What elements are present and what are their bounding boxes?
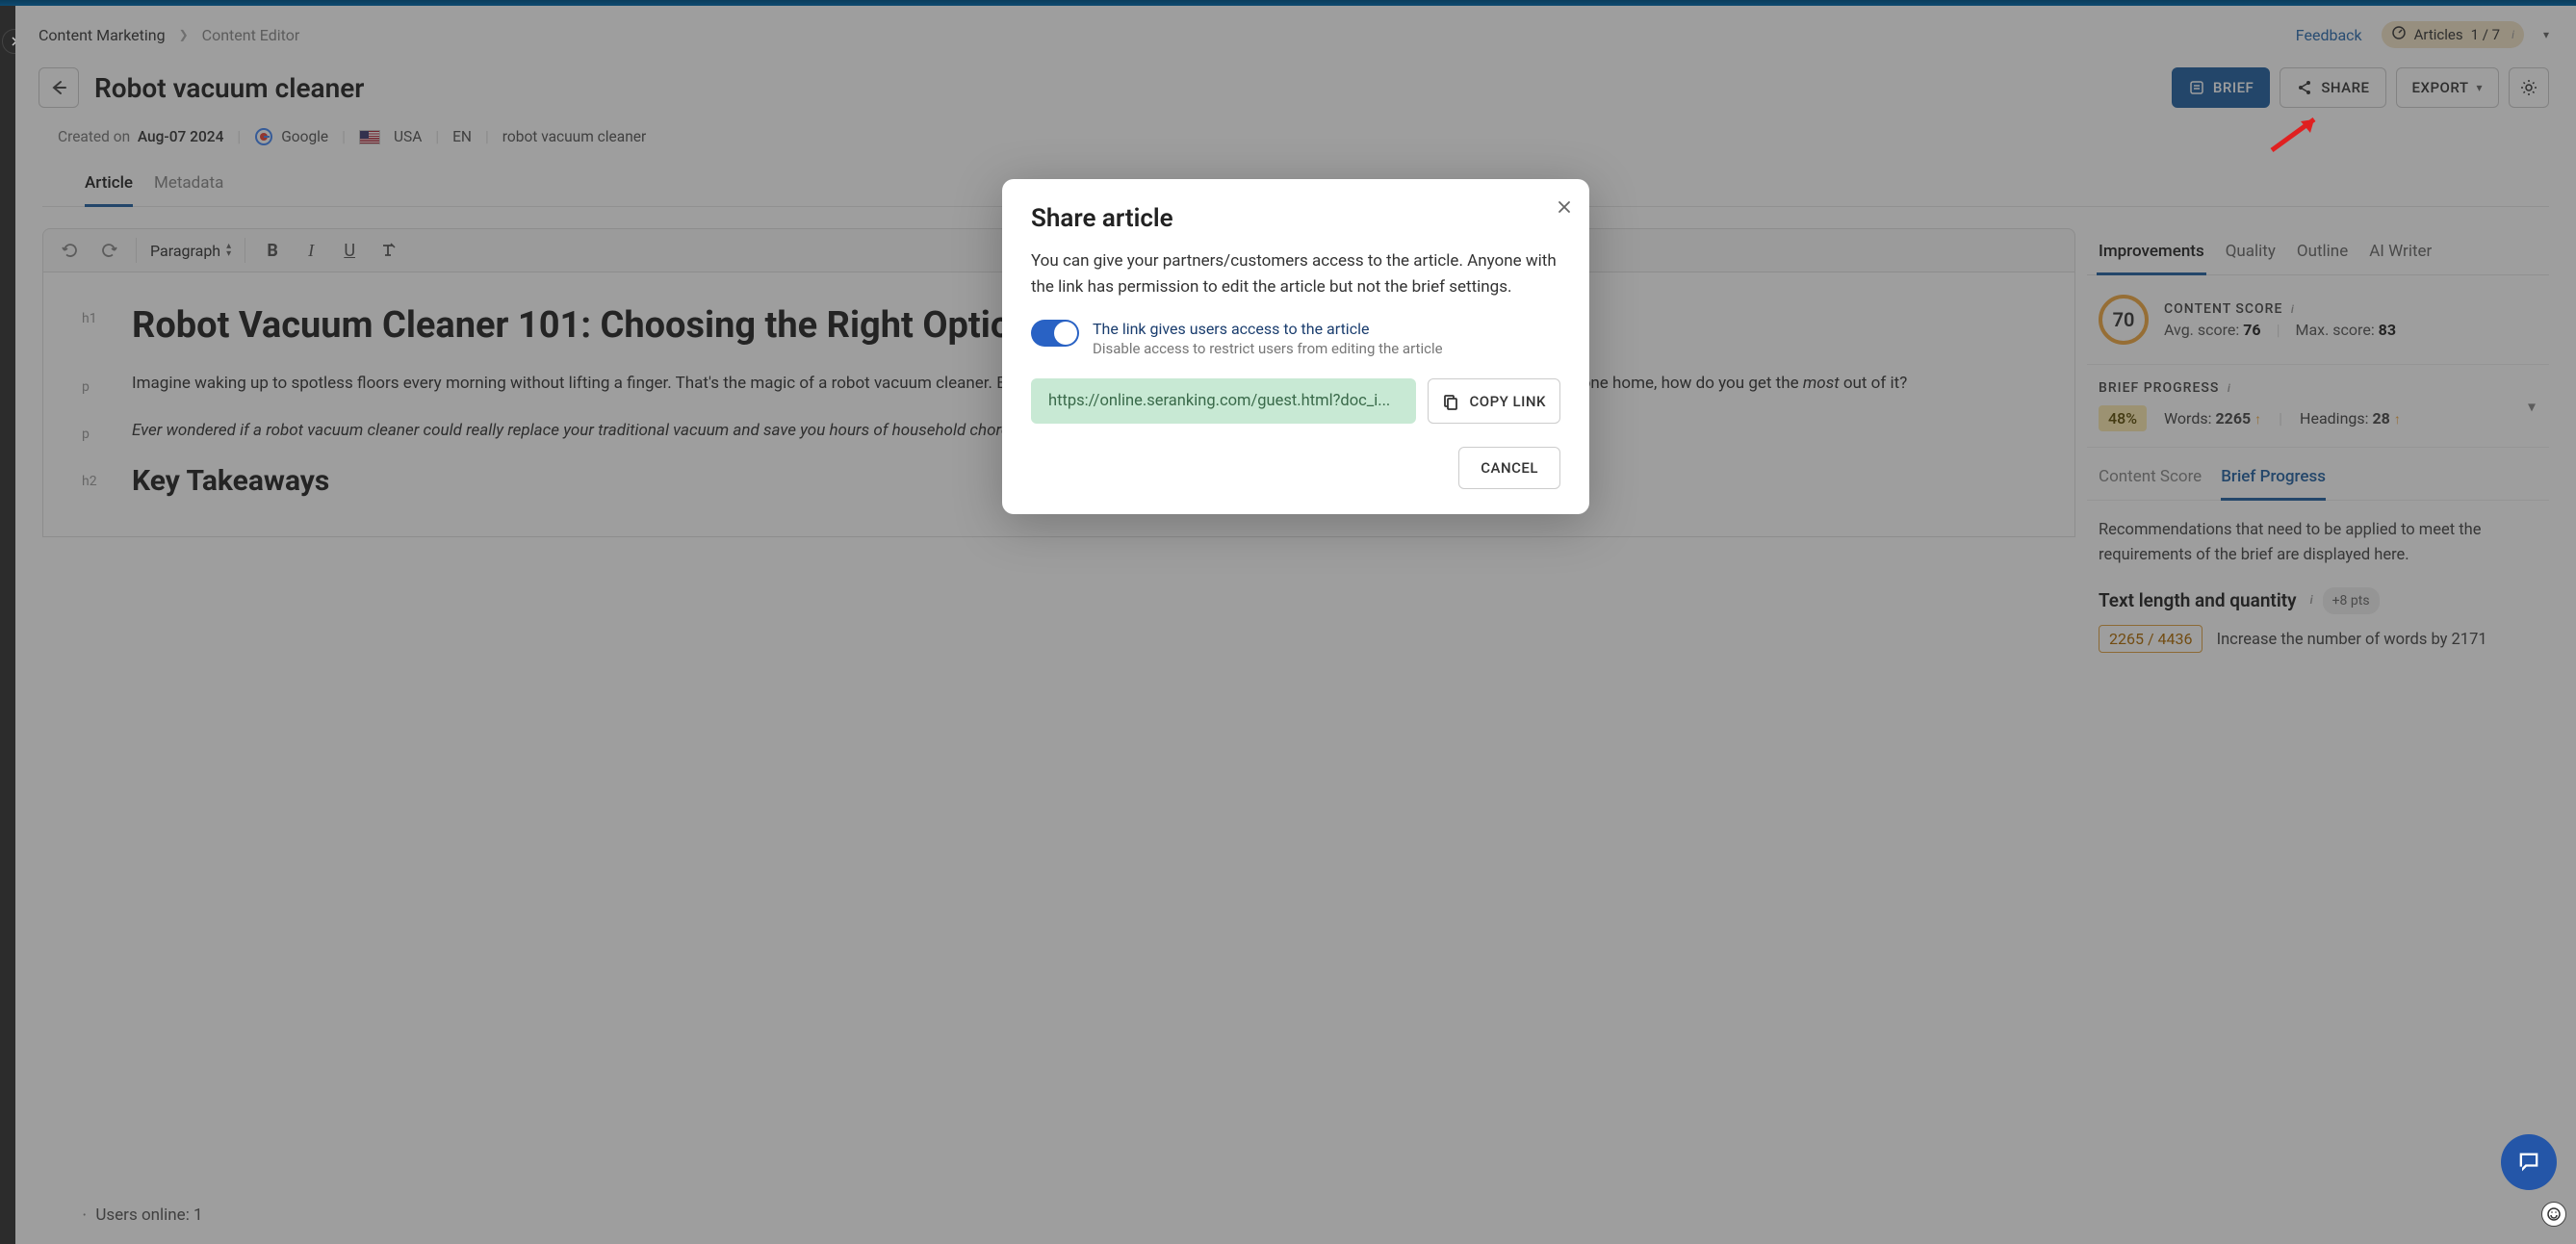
brief-description: Recommendations that need to be applied …	[2099, 518, 2537, 569]
sb-tab-aiwriter[interactable]: AI Writer	[2367, 232, 2434, 274]
cancel-button[interactable]: CANCEL	[1458, 447, 1560, 489]
redo-button[interactable]	[95, 237, 122, 264]
gutter-p: p	[82, 370, 111, 398]
gutter-h1: h1	[82, 301, 111, 350]
points-badge: +8 pts	[2323, 587, 2380, 614]
articles-count: 1 / 7	[2471, 26, 2501, 43]
paragraph-selector[interactable]: Paragraph ▴▾	[150, 242, 231, 260]
brief-progress-row[interactable]: BRIEF PROGRESS i 48% Words: 2265 ↑ | Hea…	[2087, 365, 2549, 448]
modal-title: Share article	[1031, 204, 1560, 233]
copy-link-button[interactable]: COPY LINK	[1428, 378, 1560, 424]
page-title: Robot vacuum cleaner	[94, 72, 364, 104]
content-score-row: 70 CONTENT SCORE i Avg. score: 76 | Max.…	[2087, 275, 2549, 365]
gutter-h2: h2	[82, 464, 111, 498]
close-button[interactable]	[1557, 196, 1572, 220]
tab-metadata[interactable]: Metadata	[154, 164, 223, 206]
share-label: SHARE	[2321, 79, 2369, 96]
increase-words-text: Increase the number of words by 2171	[2217, 631, 2487, 649]
articles-counter[interactable]: Articles 1 / 7 i	[2382, 21, 2524, 48]
chevron-right-icon: ❯	[179, 28, 189, 41]
feedback-link[interactable]: Feedback	[2296, 26, 2362, 44]
breadcrumb-content-marketing[interactable]: Content Marketing	[39, 26, 166, 44]
gutter-p: p	[82, 417, 111, 445]
export-button[interactable]: EXPORT ▾	[2396, 67, 2499, 108]
modal-description: You can give your partners/customers acc…	[1031, 248, 1560, 300]
word-count-badge: 2265 / 4436	[2099, 625, 2202, 653]
sb-tab-improvements[interactable]: Improvements	[2097, 232, 2206, 274]
italic-button[interactable]: I	[297, 237, 324, 264]
info-icon[interactable]: i	[2228, 381, 2231, 395]
settings-button[interactable]	[2509, 67, 2549, 108]
info-icon[interactable]: i	[2512, 28, 2514, 41]
doc-heading-2[interactable]: Key Takeaways	[132, 464, 329, 498]
search-engine: Google	[254, 127, 328, 146]
created-on-label: Created on	[58, 128, 130, 145]
help-widget[interactable]	[2541, 1202, 2566, 1227]
meta-row: Created on Aug-07 2024 | Google | USA | …	[15, 121, 2576, 164]
created-date: Aug-07 2024	[138, 128, 224, 145]
share-modal: Share article You can give your partners…	[1002, 179, 1589, 514]
toggle-subtitle: Disable access to restrict users from ed…	[1093, 340, 1443, 357]
users-online: Users online: 1	[83, 1205, 203, 1225]
share-link-box[interactable]: https://online.seranking.com/guest.html?…	[1031, 378, 1416, 424]
language: EN	[452, 128, 472, 145]
subtab-content-score[interactable]: Content Score	[2099, 461, 2202, 500]
brief-label: BRIEF	[2213, 79, 2254, 96]
tab-article[interactable]: Article	[85, 164, 133, 206]
chevron-down-icon[interactable]: ▾	[2543, 28, 2549, 41]
bold-button[interactable]: B	[259, 237, 286, 264]
back-button[interactable]	[39, 67, 79, 108]
chevron-down-icon: ▾	[2476, 81, 2483, 94]
sb-tab-outline[interactable]: Outline	[2295, 232, 2350, 274]
chevron-down-icon[interactable]: ▾	[2528, 397, 2536, 415]
country: USA	[394, 128, 422, 145]
brief-button[interactable]: BRIEF	[2172, 67, 2270, 108]
info-icon[interactable]: i	[2291, 302, 2295, 316]
left-nav-rail	[0, 6, 15, 1244]
gauge-icon	[2391, 25, 2407, 44]
subtab-brief-progress[interactable]: Brief Progress	[2221, 461, 2326, 500]
breadcrumb: Content Marketing ❯ Content Editor	[39, 26, 299, 44]
toggle-title: The link gives users access to the artic…	[1093, 320, 1443, 338]
text-length-heading: Text length and quantity	[2099, 586, 2297, 615]
clear-format-button[interactable]	[374, 237, 401, 264]
flag-icon	[359, 130, 380, 144]
chat-widget[interactable]	[2501, 1134, 2557, 1190]
content-score-circle: 70	[2099, 295, 2149, 345]
sb-tab-quality[interactable]: Quality	[2224, 232, 2278, 274]
export-label: EXPORT	[2412, 79, 2469, 96]
share-button[interactable]: SHARE	[2280, 67, 2385, 108]
underline-button[interactable]: U	[336, 237, 363, 264]
info-icon[interactable]: i	[2310, 591, 2313, 609]
access-toggle[interactable]	[1031, 320, 1079, 347]
undo-button[interactable]	[57, 237, 84, 264]
keyword: robot vacuum cleaner	[502, 128, 646, 145]
breadcrumb-content-editor[interactable]: Content Editor	[202, 26, 300, 44]
articles-label: Articles	[2414, 26, 2463, 43]
content-score-label: CONTENT SCORE	[2164, 301, 2282, 317]
brief-percent: 48%	[2099, 405, 2147, 431]
